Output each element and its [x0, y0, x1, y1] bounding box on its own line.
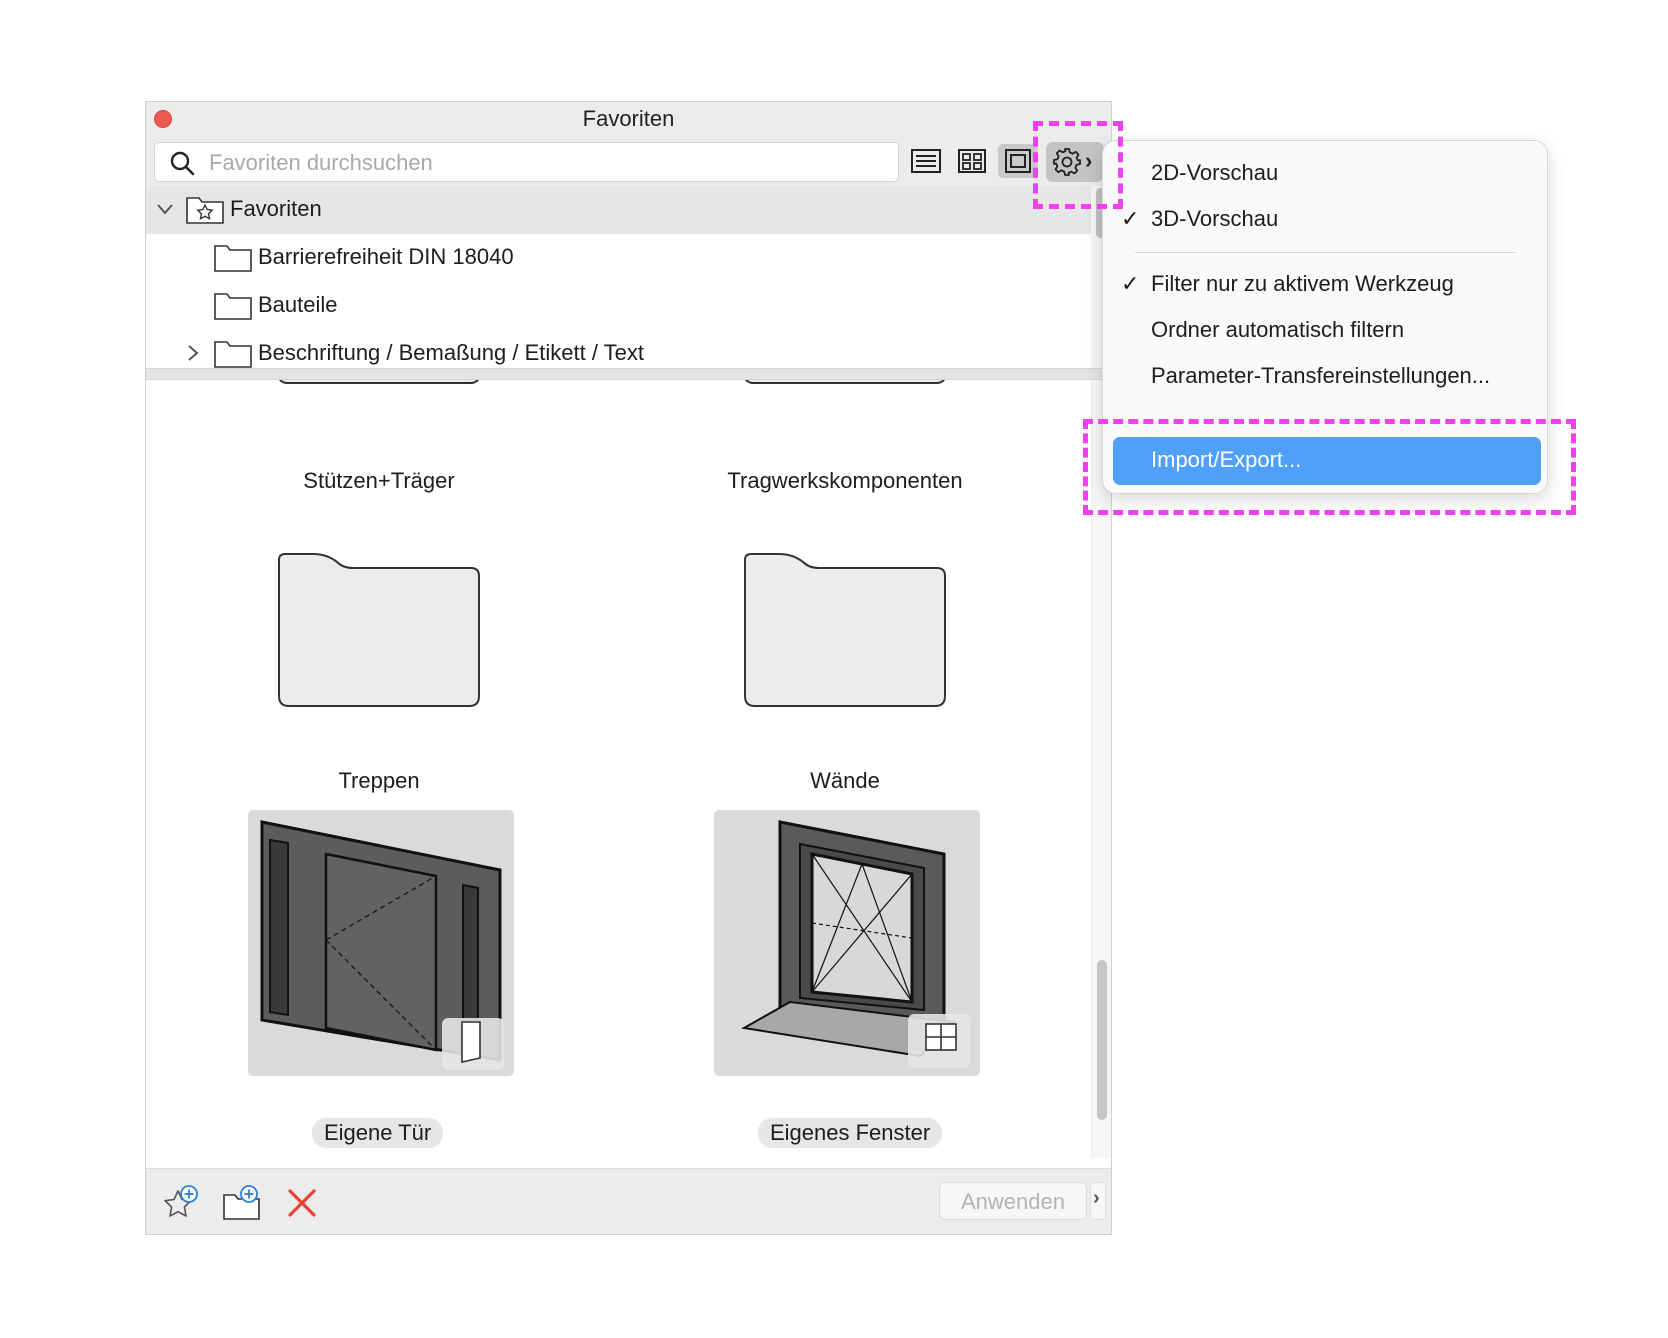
chevron-down-icon[interactable] [156, 202, 174, 216]
toolbar: › [146, 134, 1111, 186]
chevron-right-icon: › [1093, 1187, 1100, 1209]
search-input[interactable] [207, 147, 891, 179]
tree-item-label: Barrierefreiheit DIN 18040 [258, 244, 514, 269]
checkmark-icon: ✓ [1121, 207, 1140, 232]
annotation-gear-highlight [1033, 121, 1123, 209]
object-thumbnail-door[interactable] [248, 810, 514, 1076]
object-label[interactable]: Eigene Tür [312, 1118, 444, 1148]
folder-icon [214, 341, 252, 368]
apply-options-button[interactable]: › [1090, 1182, 1106, 1220]
tree-root-label: Favoriten [230, 196, 322, 221]
bottom-bar: Anwenden › [146, 1168, 1111, 1234]
folder-icon [214, 245, 252, 272]
menu-item-auto-filter-folders[interactable]: Ordner automatisch filtern [1103, 308, 1547, 354]
preview-view-icon [1005, 149, 1031, 173]
favorites-grid: Stützen+Träger Tragwerkskomponenten Trep… [146, 380, 1091, 1158]
grid-scrollbar-thumb[interactable] [1097, 960, 1107, 1120]
grid-view-icon [958, 149, 986, 173]
apply-button[interactable]: Anwenden [939, 1182, 1087, 1220]
menu-item-label: 3D-Vorschau [1151, 206, 1279, 231]
tree-item[interactable]: Bauteile [146, 282, 1091, 330]
menu-item-label: Filter nur zu aktivem Werkzeug [1151, 271, 1454, 296]
grid-view-button[interactable] [952, 144, 992, 178]
chevron-right-icon[interactable] [186, 344, 200, 362]
search-box [154, 142, 899, 182]
window-preview-image [741, 820, 970, 1068]
folder-tile-partial[interactable] [743, 380, 947, 384]
tree-item[interactable]: Barrierefreiheit DIN 18040 [146, 234, 1091, 282]
folder-tile[interactable] [743, 552, 947, 708]
menu-item-2d-preview[interactable]: 2D-Vorschau [1103, 151, 1547, 197]
window-title: Favoriten [582, 106, 675, 131]
favorites-palette: Favoriten Favoriten durchsuchen › Favori… [145, 101, 1112, 1235]
favorites-folder-icon [186, 197, 224, 224]
folder-label[interactable]: Treppen [179, 768, 579, 794]
delete-icon[interactable] [282, 1183, 322, 1223]
folder-tile-partial[interactable] [277, 380, 481, 384]
tree-item-label: Beschriftung / Bemaßung / Etikett / Text [258, 340, 644, 365]
tree-item-label: Bauteile [258, 292, 338, 317]
search-icon [170, 151, 195, 176]
menu-separator [1135, 252, 1515, 253]
preview-view-button[interactable] [998, 144, 1038, 178]
menu-item-label: Ordner automatisch filtern [1151, 317, 1405, 342]
tree-item[interactable]: Beschriftung / Bemaßung / Etikett / Text [146, 330, 1091, 368]
title-bar: Favoriten [146, 102, 1111, 134]
menu-item-label: Parameter-Transfereinstellungen... [1151, 363, 1491, 388]
door-preview-image [260, 820, 504, 1070]
annotation-import-export-highlight [1083, 419, 1576, 515]
folder-label[interactable]: Stützen+Träger [179, 468, 579, 494]
tree-root-row[interactable]: Favoriten [146, 186, 1091, 234]
folder-icon [214, 293, 252, 320]
menu-item-label: 2D-Vorschau [1151, 160, 1279, 185]
list-view-button[interactable] [906, 144, 946, 178]
object-thumbnail-window[interactable] [714, 810, 980, 1076]
checkmark-icon: ✓ [1121, 272, 1140, 297]
list-view-icon [911, 149, 941, 173]
add-folder-icon[interactable] [222, 1183, 262, 1223]
menu-item-parameter-transfer[interactable]: Parameter-Transfereinstellungen... [1103, 354, 1547, 400]
add-favorite-icon[interactable] [162, 1183, 202, 1223]
favorites-tree: Favoriten Barrierefreiheit DIN 18040 Bau… [146, 186, 1091, 368]
menu-item-3d-preview[interactable]: ✓ 3D-Vorschau [1103, 197, 1547, 243]
folder-label[interactable]: Wände [645, 768, 1045, 794]
folder-tile[interactable] [277, 552, 481, 708]
pane-splitter[interactable] [146, 368, 1111, 380]
object-label[interactable]: Eigenes Fenster [758, 1118, 943, 1148]
menu-item-filter-active-tool[interactable]: ✓ Filter nur zu aktivem Werkzeug [1103, 262, 1547, 308]
folder-label[interactable]: Tragwerkskomponenten [645, 468, 1045, 494]
